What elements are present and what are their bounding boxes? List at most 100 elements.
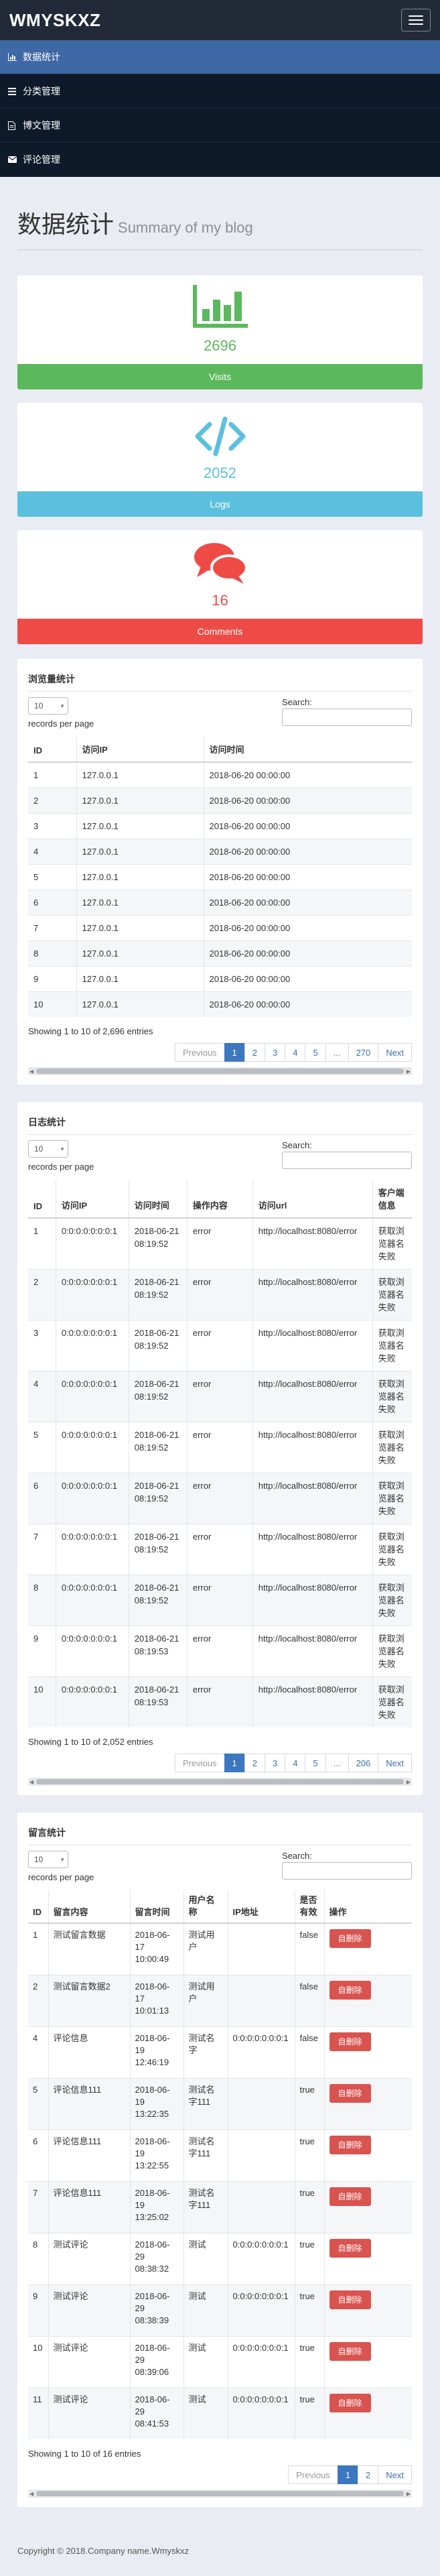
column-header[interactable]: 是否有效 (294, 1890, 324, 1924)
table-cell: 2018-06-21 08:19:52 (128, 1524, 188, 1575)
scroll-thumb[interactable] (36, 2491, 404, 2496)
next-page-button[interactable]: Next (378, 1754, 412, 1772)
delete-button[interactable]: 自删除 (329, 1981, 371, 2000)
page-button[interactable]: 5 (305, 1754, 326, 1772)
page-button[interactable]: 1 (337, 2465, 359, 2484)
column-header[interactable]: 访问时间 (128, 1180, 188, 1219)
scroll-left-icon[interactable]: ◀ (29, 2491, 33, 2497)
next-page-button[interactable]: Next (378, 2465, 412, 2484)
delete-button[interactable]: 自删除 (329, 2342, 371, 2361)
prev-page-button[interactable]: Previous (174, 1043, 225, 1062)
page-button[interactable]: 3 (265, 1754, 286, 1772)
column-header[interactable]: ID (28, 737, 76, 763)
delete-button[interactable]: 自删除 (329, 2290, 371, 2309)
horizontal-scrollbar[interactable]: ◀ ▶ (28, 1778, 412, 1786)
records-per-page-label: records per page (28, 1162, 94, 1172)
table-cell: http://localhost:8080/error (252, 1473, 373, 1524)
page-ellipsis: ... (325, 1043, 349, 1062)
table-cell: 0:0:0:0:0:0:0:1 (55, 1269, 129, 1321)
brand-logo[interactable]: WMYSKXZ (9, 10, 100, 31)
column-header[interactable]: 访问IP (76, 737, 204, 763)
table-row: 7 127.0.0.1 2018-06-20 00:00:00 (28, 915, 412, 941)
column-header[interactable]: 留言内容 (48, 1890, 130, 1924)
table-cell: http://localhost:8080/error (252, 1524, 373, 1575)
scroll-left-icon[interactable]: ◀ (29, 1068, 33, 1075)
table-cell: 测试名字111 (183, 2130, 228, 2182)
scroll-right-icon[interactable]: ▶ (407, 2491, 411, 2497)
column-header[interactable]: ID (28, 1890, 48, 1924)
table-cell: 0:0:0:0:0:0:0:1 (227, 2388, 295, 2439)
page-button[interactable]: 4 (285, 1043, 306, 1062)
delete-button[interactable]: 自删除 (329, 2187, 371, 2206)
scroll-right-icon[interactable]: ▶ (407, 1068, 411, 1075)
column-header[interactable]: 用户名称 (183, 1890, 228, 1924)
column-header[interactable]: 访问url (252, 1180, 373, 1219)
delete-button[interactable]: 自删除 (329, 2239, 371, 2258)
column-header[interactable]: 访问IP (55, 1180, 129, 1219)
column-header[interactable]: 留言时间 (129, 1890, 184, 1924)
search-input[interactable] (282, 1152, 412, 1169)
column-header[interactable]: 操作 (323, 1890, 412, 1924)
scroll-thumb[interactable] (36, 1068, 404, 1074)
page-button[interactable]: 5 (305, 1043, 326, 1062)
table-cell: 2018-06-19 12:46:19 (129, 2026, 184, 2079)
horizontal-scrollbar[interactable]: ◀ ▶ (28, 1067, 412, 1075)
page-button[interactable]: 1 (224, 1754, 245, 1772)
prev-page-button[interactable]: Previous (288, 2465, 338, 2484)
search-input[interactable] (282, 709, 412, 726)
scroll-thumb[interactable] (36, 1779, 404, 1784)
column-header[interactable]: 客户端信息 (372, 1180, 412, 1219)
delete-button[interactable]: 自删除 (329, 2136, 371, 2154)
page-button[interactable]: 4 (285, 1754, 306, 1772)
table-cell: 127.0.0.1 (76, 890, 204, 916)
column-header[interactable]: 访问时间 (203, 737, 412, 763)
delete-button[interactable]: 自删除 (329, 2032, 371, 2051)
visits-label-bar[interactable]: Visits (17, 364, 423, 389)
table-cell: 0:0:0:0:0:0:0:1 (227, 2233, 295, 2285)
nav-item-articles[interactable]: 博文管理 (0, 109, 440, 143)
logs-table: ID 访问IP 访问时间 操作内容 访问url 客户端信息 1 0:0:0:0:0:0:0:… (28, 1180, 412, 1727)
menu-toggle-button[interactable] (401, 9, 431, 32)
page-header: 数据统计 Summary of my blog (17, 177, 423, 250)
comments-label-bar[interactable]: Comments (17, 619, 423, 644)
table-cell: 2018-06-20 00:00:00 (203, 839, 412, 865)
page-button[interactable]: 206 (348, 1754, 379, 1772)
table-cell: http://localhost:8080/error (252, 1676, 373, 1727)
table-cell: 2018-06-21 08:19:52 (128, 1217, 188, 1270)
delete-button[interactable]: 自删除 (329, 1929, 371, 1948)
comments-count: 16 (212, 592, 228, 609)
delete-button[interactable]: 自删除 (329, 2084, 371, 2103)
page-length-select[interactable]: 10 ▼ (28, 697, 68, 715)
scroll-left-icon[interactable]: ◀ (29, 1779, 33, 1785)
nav-item-categories[interactable]: 分类管理 (0, 74, 440, 109)
table-cell: 0:0:0:0:0:0:0:1 (55, 1626, 129, 1677)
scroll-right-icon[interactable]: ▶ (407, 1779, 411, 1785)
page-button[interactable]: 2 (244, 1754, 266, 1772)
page-button[interactable]: 2 (358, 2465, 379, 2484)
prev-page-button[interactable]: Previous (174, 1754, 225, 1772)
logs-label-bar[interactable]: Logs (17, 491, 423, 517)
table-cell: 获取浏览器名失败 (372, 1371, 412, 1422)
nav-item-stats[interactable]: 数据统计 (0, 40, 440, 74)
table-cell: 测试评论 (48, 2284, 130, 2337)
page-button[interactable]: 270 (348, 1043, 379, 1062)
column-header[interactable]: 操作内容 (186, 1180, 253, 1219)
table-cell (227, 2181, 295, 2233)
page-length-select[interactable]: 10 ▼ (28, 1851, 68, 1868)
visits-panel: 浏览量统计 10 ▼ records per page Search: ID 访问I… (17, 659, 423, 1085)
page-button[interactable]: 2 (244, 1043, 266, 1062)
table-cell: 2 (28, 788, 76, 814)
page-button[interactable]: 1 (224, 1043, 245, 1062)
column-header[interactable]: IP地址 (227, 1890, 295, 1924)
search-input[interactable] (282, 1862, 412, 1880)
table-cell: 2018-06-21 08:19:52 (128, 1320, 188, 1371)
page-length-select[interactable]: 10 ▼ (28, 1140, 68, 1158)
nav-item-comments[interactable]: 评论管理 (0, 143, 440, 177)
table-cell: 9 (28, 966, 76, 992)
next-page-button[interactable]: Next (378, 1043, 412, 1062)
table-info: Showing 1 to 10 of 2,696 entries (28, 1026, 153, 1036)
delete-button[interactable]: 自删除 (329, 2394, 371, 2412)
page-button[interactable]: 3 (265, 1043, 286, 1062)
column-header[interactable]: ID (28, 1180, 56, 1219)
page-ellipsis: ... (325, 1754, 349, 1772)
